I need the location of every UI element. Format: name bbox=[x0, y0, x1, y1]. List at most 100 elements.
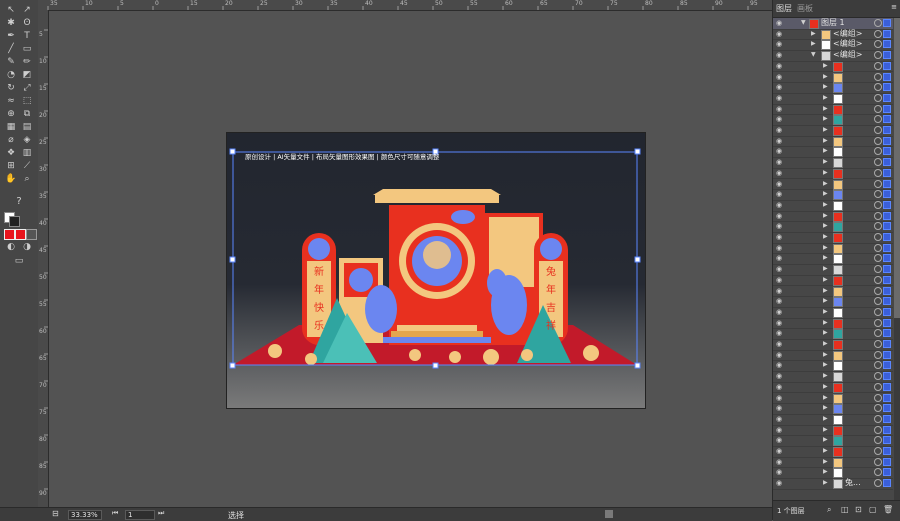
visibility-eye-icon[interactable]: ◉ bbox=[776, 233, 782, 242]
layers-scrollbar[interactable] bbox=[894, 18, 900, 500]
target-circle-icon[interactable] bbox=[874, 200, 882, 209]
target-circle-icon[interactable] bbox=[874, 297, 882, 306]
visibility-eye-icon[interactable]: ◉ bbox=[776, 212, 782, 221]
expand-triangle-icon[interactable]: ▶ bbox=[823, 83, 828, 90]
column-graph-tool-icon[interactable]: ▥ bbox=[19, 147, 35, 159]
target-circle-icon[interactable] bbox=[874, 147, 882, 156]
target-circle-icon[interactable] bbox=[874, 179, 882, 188]
expand-triangle-icon[interactable]: ▶ bbox=[823, 340, 828, 347]
fill-stroke-swatches[interactable] bbox=[4, 212, 32, 227]
expand-triangle-icon[interactable]: ▶ bbox=[823, 254, 828, 261]
target-circle-icon[interactable] bbox=[874, 479, 882, 488]
expand-triangle-icon[interactable]: ▶ bbox=[823, 468, 828, 475]
artboard-tool-icon[interactable]: ⊞ bbox=[3, 160, 19, 172]
expand-triangle-icon[interactable]: ▶ bbox=[823, 297, 828, 304]
layer-name[interactable]: <编组> bbox=[833, 39, 862, 49]
eyedropper-tool-icon[interactable]: ⌀ bbox=[3, 134, 19, 146]
expand-triangle-icon[interactable]: ▶ bbox=[823, 394, 828, 401]
selection-indicator[interactable] bbox=[883, 83, 891, 92]
target-circle-icon[interactable] bbox=[874, 222, 882, 231]
slice-tool-icon[interactable]: ⟋ bbox=[19, 160, 35, 172]
document-canvas[interactable]: 原创设计 | AI矢量文件 | 布局矢量图形效果图 | 颜色尺寸可随意调整 新年… bbox=[49, 11, 771, 507]
target-circle-icon[interactable] bbox=[874, 211, 882, 220]
expand-triangle-icon[interactable]: ▶ bbox=[823, 94, 828, 101]
visibility-eye-icon[interactable]: ◉ bbox=[776, 458, 782, 467]
target-circle-icon[interactable] bbox=[874, 104, 882, 113]
target-circle-icon[interactable] bbox=[874, 233, 882, 241]
expand-triangle-icon[interactable]: ▶ bbox=[811, 30, 816, 37]
expand-triangle-icon[interactable]: ▶ bbox=[823, 415, 828, 422]
visibility-eye-icon[interactable]: ◉ bbox=[776, 254, 782, 263]
expand-triangle-icon[interactable]: ▶ bbox=[823, 169, 828, 176]
expand-triangle-icon[interactable]: ▶ bbox=[823, 308, 828, 315]
visibility-eye-icon[interactable]: ◉ bbox=[776, 265, 782, 274]
selection-indicator[interactable] bbox=[883, 211, 891, 220]
warp-tool-icon[interactable]: ≈ bbox=[3, 95, 19, 107]
selection-indicator[interactable] bbox=[883, 72, 891, 81]
selection-indicator[interactable] bbox=[883, 200, 891, 209]
expand-triangle-icon[interactable]: ▶ bbox=[823, 180, 828, 187]
selection-indicator[interactable] bbox=[883, 372, 891, 381]
target-circle-icon[interactable] bbox=[874, 393, 882, 402]
selection-indicator[interactable] bbox=[883, 222, 891, 231]
expand-triangle-icon[interactable]: ▶ bbox=[823, 244, 828, 251]
selection-indicator[interactable] bbox=[883, 179, 891, 188]
selection-indicator[interactable] bbox=[883, 51, 891, 60]
draw-behind-icon[interactable]: ◑ bbox=[19, 241, 35, 253]
selection-indicator[interactable] bbox=[883, 233, 891, 241]
last-artboard-icon[interactable]: ⏭ bbox=[158, 509, 164, 518]
selection-indicator[interactable] bbox=[883, 425, 891, 434]
expand-triangle-icon[interactable]: ▶ bbox=[823, 105, 828, 112]
selection-indicator[interactable] bbox=[883, 318, 891, 327]
zoom-tool-icon[interactable]: ⌕ bbox=[19, 173, 35, 185]
visibility-eye-icon[interactable]: ◉ bbox=[776, 62, 782, 71]
expand-triangle-icon[interactable]: ▶ bbox=[823, 458, 828, 465]
target-circle-icon[interactable] bbox=[874, 51, 882, 60]
selection-indicator[interactable] bbox=[883, 115, 891, 124]
expand-triangle-icon[interactable]: ▶ bbox=[823, 319, 828, 326]
target-circle-icon[interactable] bbox=[874, 382, 882, 391]
selection-indicator[interactable] bbox=[883, 393, 891, 402]
expand-triangle-icon[interactable]: ▶ bbox=[823, 351, 828, 358]
artboard-number-field[interactable]: 1 bbox=[125, 510, 155, 520]
visibility-eye-icon[interactable]: ◉ bbox=[776, 383, 782, 392]
expand-triangle-icon[interactable]: ▼ bbox=[801, 19, 806, 26]
target-circle-icon[interactable] bbox=[874, 243, 882, 252]
expand-triangle-icon[interactable]: ▶ bbox=[823, 137, 828, 144]
selection-indicator[interactable] bbox=[883, 265, 891, 274]
selection-indicator[interactable] bbox=[883, 479, 891, 488]
visibility-eye-icon[interactable]: ◉ bbox=[776, 394, 782, 403]
layer-name[interactable]: 兔... bbox=[845, 478, 861, 488]
horizontal-scroll-thumb[interactable] bbox=[605, 510, 613, 518]
free-transform-tool-icon[interactable]: ⬚ bbox=[19, 95, 35, 107]
visibility-eye-icon[interactable]: ◉ bbox=[776, 340, 782, 349]
visibility-eye-icon[interactable]: ◉ bbox=[776, 319, 782, 328]
target-circle-icon[interactable] bbox=[874, 29, 882, 38]
locate-object-icon[interactable]: ⌕ bbox=[827, 505, 831, 515]
target-circle-icon[interactable] bbox=[874, 372, 882, 381]
tab-artboards[interactable]: 画板 bbox=[797, 3, 813, 14]
target-circle-icon[interactable] bbox=[874, 414, 882, 423]
fill-color-swatch[interactable] bbox=[4, 229, 15, 240]
pen-tool-icon[interactable]: ✒ bbox=[3, 30, 19, 42]
selection-indicator[interactable] bbox=[883, 457, 891, 466]
layer-name[interactable]: <编组> bbox=[833, 29, 862, 39]
selection-indicator[interactable] bbox=[883, 404, 891, 413]
selection-indicator[interactable] bbox=[883, 243, 891, 252]
visibility-eye-icon[interactable]: ◉ bbox=[776, 147, 782, 156]
target-circle-icon[interactable] bbox=[874, 136, 882, 145]
rectangle-tool-icon[interactable]: ▭ bbox=[19, 43, 35, 55]
mesh-tool-icon[interactable]: ▦ bbox=[3, 121, 19, 133]
gradient-tool-icon[interactable]: ▤ bbox=[19, 121, 35, 133]
visibility-eye-icon[interactable]: ◉ bbox=[776, 30, 782, 39]
expand-triangle-icon[interactable]: ▶ bbox=[823, 115, 828, 122]
visibility-eye-icon[interactable]: ◉ bbox=[776, 222, 782, 231]
target-circle-icon[interactable] bbox=[874, 115, 882, 124]
layer-name[interactable]: 图层 1 bbox=[821, 18, 845, 28]
visibility-eye-icon[interactable]: ◉ bbox=[776, 329, 782, 338]
help-question-icon[interactable]: ? bbox=[3, 196, 35, 208]
blend-tool-icon[interactable]: ◈ bbox=[19, 134, 35, 146]
selection-indicator[interactable] bbox=[883, 297, 891, 306]
target-circle-icon[interactable] bbox=[874, 190, 882, 199]
delete-layer-icon[interactable]: 🗑 bbox=[883, 505, 893, 514]
